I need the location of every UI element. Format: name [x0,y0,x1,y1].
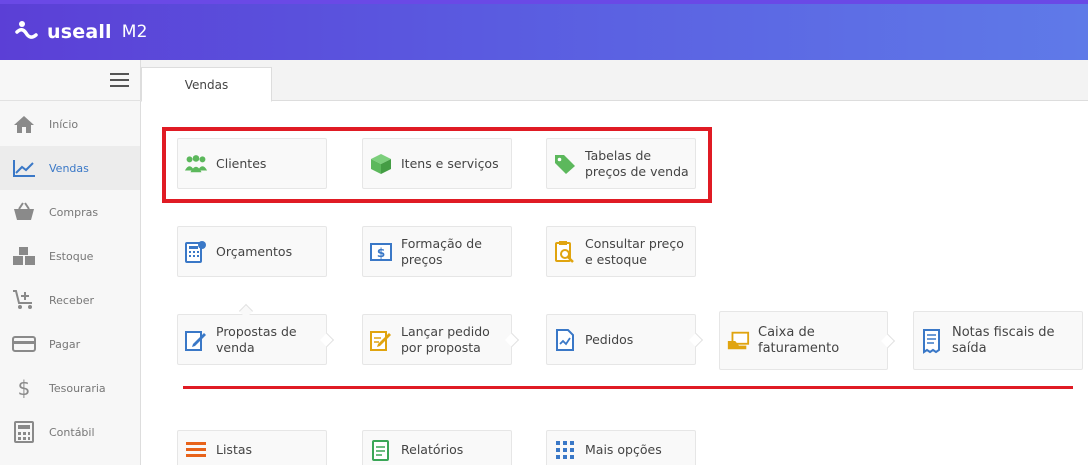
report-icon [369,438,393,462]
useall-logo[interactable]: useall M2 [14,19,148,45]
orcamentos-card[interactable]: Orçamentos [177,226,327,277]
basket-icon [12,201,36,223]
edit-document-icon [184,328,208,352]
chart-line-icon [12,157,36,179]
cart-plus-icon [12,289,36,311]
invoice-icon [920,328,944,354]
logo-mark-icon [15,21,38,39]
relatorios-card[interactable]: Relatórios [362,430,512,465]
sidebar: Início Vendas Compras Estoque Receber Pa… [0,60,141,465]
calculator-icon [12,421,36,443]
sidebar-item-label: Pagar [49,337,81,351]
sidebar-divider [0,100,141,101]
card-label: Listas [216,442,253,457]
dollar-icon: $ [17,376,31,400]
pedidos-card[interactable]: Pedidos [546,314,704,365]
caixa-faturamento-card[interactable]: Caixa de faturamento [719,311,896,370]
flow-arrow-icon [688,332,704,347]
highlight-underline [183,386,1073,389]
sidebar-item-receber[interactable]: Receber [0,278,140,322]
sidebar-item-label: Tesouraria [49,381,106,395]
menu-toggle-icon[interactable] [110,73,129,87]
money-bill-icon: $ [369,240,393,264]
tab-vendas[interactable]: Vendas [141,67,272,102]
sidebar-item-vendas[interactable]: Vendas [0,146,140,190]
search-document-icon [553,240,577,264]
boxes-icon [12,245,36,267]
consultar-preco-card[interactable]: Consultar preço e estoque [546,226,696,277]
card-label: Pedidos [585,331,634,347]
lancar-pedido-card[interactable]: Lançar pedido por proposta [362,314,520,365]
mais-opcoes-card[interactable]: Mais opções [546,430,696,465]
credit-card-icon [12,333,36,355]
notas-fiscais-card[interactable]: Notas fiscais de saída [913,311,1083,370]
formacao-precos-card[interactable]: $ Formação de preços [362,226,512,277]
card-label: Relatórios [401,442,464,457]
card-label: Consultar preço e estoque [585,235,684,267]
brand-product: M2 [121,22,148,42]
calculator-icon [184,240,208,264]
card-label: Mais opções [585,442,662,457]
app-header: useall M2 [0,0,1088,60]
card-label: Notas fiscais de saída [952,324,1055,356]
card-label: Caixa de faturamento [758,324,840,356]
brand-name: useall [47,21,112,43]
sidebar-item-tesouraria[interactable]: $ Tesouraria [0,366,140,410]
sidebar-item-label: Compras [49,205,99,219]
sidebar-item-pagar[interactable]: Pagar [0,322,140,366]
card-label: Propostas de venda [216,323,297,355]
card-label: Lançar pedido por proposta [401,323,490,355]
sidebar-item-estoque[interactable]: Estoque [0,234,140,278]
listas-card[interactable]: Listas [177,430,327,465]
card-label: Formação de preços [401,235,482,267]
sidebar-item-label: Receber [49,293,95,307]
sidebar-item-contabil[interactable]: Contábil [0,410,140,454]
svg-text:$: $ [377,246,385,260]
sidebar-item-label: Contábil [49,425,95,439]
cash-register-icon [726,329,750,353]
grid-icon [553,438,577,462]
home-icon [12,113,36,135]
propostas-venda-card[interactable]: Propostas de venda [177,314,335,365]
sidebar-item-compras[interactable]: Compras [0,190,140,234]
sidebar-item-label: Estoque [49,249,94,263]
list-icon [184,438,208,462]
highlight-box [162,127,712,203]
sidebar-item-inicio[interactable]: Início [0,102,140,146]
edit-document-icon [369,328,393,352]
flow-arrow-icon [880,333,896,348]
card-label: Orçamentos [216,243,293,259]
sidebar-item-label: Vendas [49,161,89,175]
order-document-icon [553,328,577,352]
sidebar-item-label: Início [49,117,79,131]
tab-bar: Vendas [141,60,1088,102]
